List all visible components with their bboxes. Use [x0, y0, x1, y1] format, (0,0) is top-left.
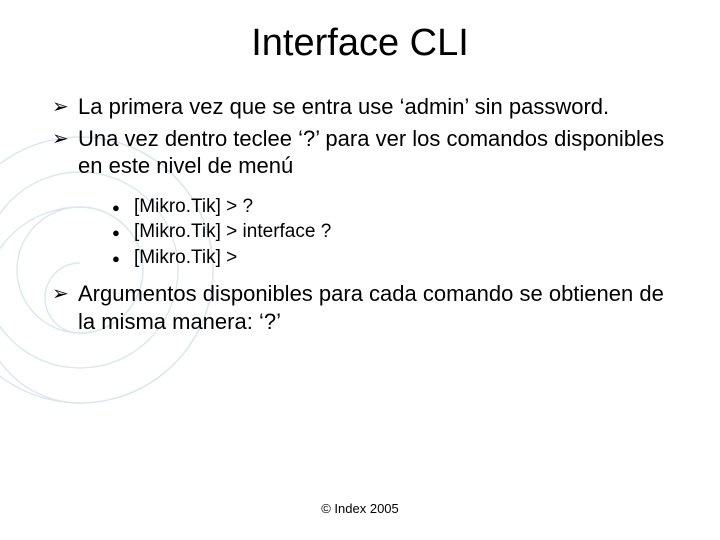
bullet-level1: ➢ Argumentos disponibles para cada coman…	[52, 280, 680, 335]
dot-bullet-icon: ●	[112, 245, 134, 271]
bullet-level2: ● [Mikro.Tik] >	[112, 245, 680, 271]
bullet-text: Una vez dentro teclee ‘?’ para ver los c…	[78, 125, 680, 180]
arrow-bullet-icon: ➢	[52, 93, 78, 121]
bullet-level1: ➢ La primera vez que se entra use ‘admin…	[52, 93, 680, 121]
bullet-text: La primera vez que se entra use ‘admin’ …	[78, 93, 680, 121]
dot-bullet-icon: ●	[112, 219, 134, 245]
bullet-level2: ● [Mikro.Tik] > interface ?	[112, 219, 680, 245]
footer-copyright: © Index 2005	[0, 501, 720, 516]
bullet-level1: ➢ Una vez dentro teclee ‘?’ para ver los…	[52, 125, 680, 180]
bullet-text: [Mikro.Tik] >	[134, 245, 680, 271]
slide: Interface CLI ➢ La primera vez que se en…	[0, 0, 720, 540]
slide-title: Interface CLI	[40, 22, 680, 65]
bullet-level2: ● [Mikro.Tik] > ?	[112, 194, 680, 220]
arrow-bullet-icon: ➢	[52, 280, 78, 335]
arrow-bullet-icon: ➢	[52, 125, 78, 180]
dot-bullet-icon: ●	[112, 194, 134, 220]
slide-body: ➢ La primera vez que se entra use ‘admin…	[40, 93, 680, 335]
sub-bullet-group: ● [Mikro.Tik] > ? ● [Mikro.Tik] > interf…	[52, 184, 680, 281]
bullet-text: Argumentos disponibles para cada comando…	[78, 280, 680, 335]
bullet-text: [Mikro.Tik] > interface ?	[134, 219, 680, 245]
bullet-text: [Mikro.Tik] > ?	[134, 194, 680, 220]
